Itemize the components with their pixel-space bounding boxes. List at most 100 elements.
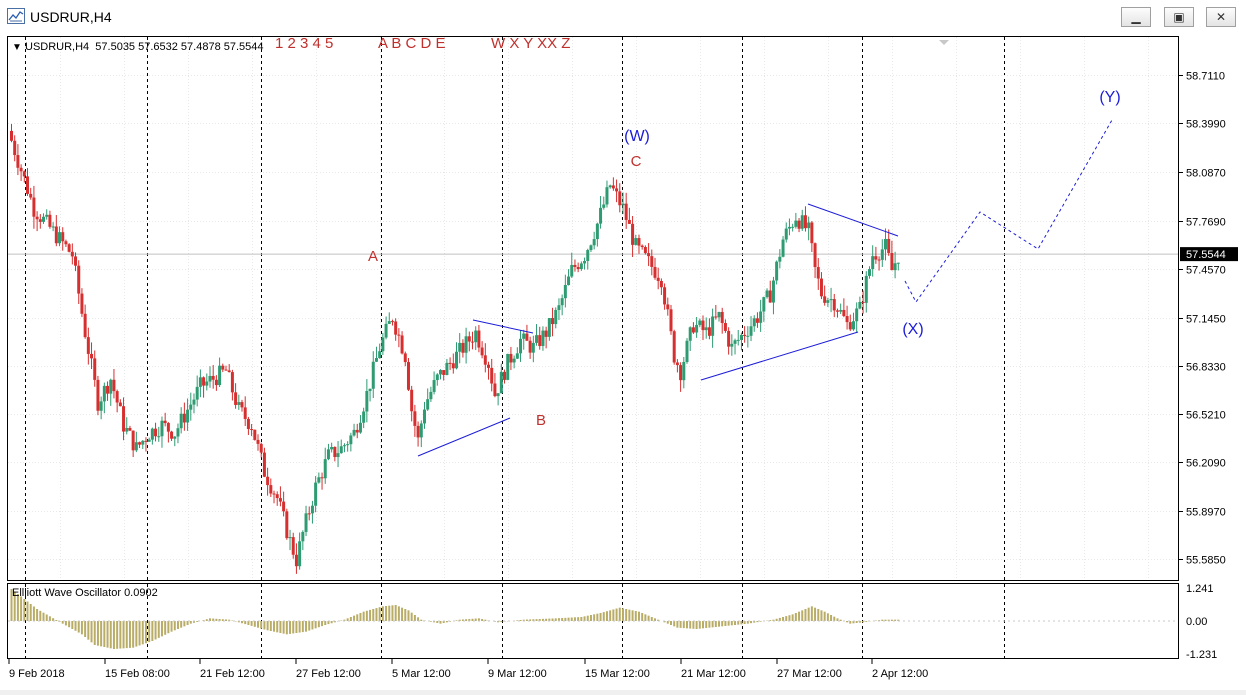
candle-body	[246, 418, 250, 429]
close-button[interactable]: ✕	[1206, 7, 1236, 27]
candle-body	[442, 370, 446, 375]
candle-body	[422, 409, 426, 424]
candle-body	[477, 330, 481, 348]
candle-body	[506, 353, 510, 380]
candle-body	[352, 429, 356, 436]
candle-body	[90, 353, 94, 359]
candle-body	[51, 226, 55, 228]
candle-body	[573, 264, 577, 267]
candle-body	[70, 251, 74, 257]
candle-body	[471, 341, 475, 343]
candle-body	[448, 362, 452, 364]
wave-tool-combo[interactable]: W X Y XX Z	[491, 35, 570, 52]
candle-body	[58, 232, 62, 244]
candle-body	[147, 439, 151, 442]
candle-body	[413, 411, 417, 426]
candle-body	[234, 392, 238, 405]
candle-body	[704, 327, 708, 331]
candle-body	[310, 505, 314, 514]
candle-body	[800, 215, 804, 229]
candle-body	[266, 476, 270, 486]
candle-body	[410, 389, 414, 412]
candle-body	[778, 256, 782, 262]
candle-body	[576, 266, 580, 270]
candle-body	[535, 335, 539, 343]
candle-body	[211, 375, 215, 380]
candle-body	[602, 204, 606, 208]
candle-body	[464, 336, 468, 353]
candle-body	[150, 428, 154, 440]
candle-body	[355, 429, 359, 433]
candle-body	[864, 275, 868, 303]
candle-body	[61, 232, 65, 242]
candle-body	[519, 338, 523, 354]
candle-body	[64, 241, 68, 245]
candle-body	[717, 312, 721, 318]
candle-body	[458, 342, 462, 352]
candle-body	[688, 327, 692, 341]
chart-area[interactable]: A B C (W) (X) (Y) ▼ USDRUR,H4 57.5035 57…	[0, 34, 1246, 690]
candle-body	[86, 337, 90, 354]
candle-body	[848, 322, 852, 330]
candle-body	[653, 266, 657, 278]
candle-body	[736, 339, 740, 341]
candle-body	[45, 214, 49, 217]
candle-body	[461, 342, 465, 353]
candle-body	[10, 130, 13, 141]
x-tick-label: 9 Mar 12:00	[488, 668, 547, 680]
chart-canvas[interactable]: A B C (W) (X) (Y) ▼ USDRUR,H4 57.5035 57…	[0, 34, 1246, 690]
candle-body	[134, 442, 138, 451]
candle-body	[797, 220, 801, 229]
y-tick-label: 57.1450	[1186, 314, 1226, 326]
wave-tool-letters[interactable]: A B C D E	[378, 35, 446, 52]
candle-body	[583, 260, 587, 264]
candle-body	[874, 256, 878, 260]
candle-body	[749, 326, 753, 336]
main-plot-frame	[7, 36, 1179, 581]
candle-body	[509, 353, 513, 363]
candle-body	[419, 423, 423, 438]
minimize-button[interactable]: ▁	[1121, 7, 1151, 27]
candle-body	[675, 362, 679, 366]
candle-body	[733, 340, 737, 344]
candle-body	[839, 309, 843, 312]
candle-body	[307, 513, 311, 515]
wave-label-w: (W)	[624, 128, 650, 145]
candle-body	[586, 250, 590, 261]
candle-body	[880, 249, 884, 260]
candle-body	[771, 280, 775, 303]
candle-body	[858, 301, 862, 309]
candle-body	[627, 219, 631, 224]
candle-body	[13, 140, 17, 156]
candle-body	[224, 369, 228, 371]
chart-header-marker[interactable]: ▼	[12, 42, 22, 53]
x-tick-label: 27 Mar 12:00	[777, 668, 842, 680]
candle-body	[816, 267, 820, 279]
candle-body	[323, 459, 327, 479]
wave-label-x: (X)	[902, 321, 923, 338]
minimize-icon: ▁	[1131, 10, 1141, 24]
candle-body	[326, 449, 330, 460]
chart-window-icon	[7, 8, 25, 24]
candle-body	[429, 391, 433, 400]
candle-body	[157, 436, 161, 438]
y-tick-label: 58.0870	[1186, 168, 1226, 180]
candle-body	[256, 439, 260, 444]
candle-body	[77, 265, 81, 294]
wave-tool-numbers[interactable]: 1 2 3 4 5	[275, 35, 333, 52]
oscillator-axis: 1.241 0.00 -1.231	[1186, 583, 1217, 661]
candle-body	[867, 269, 871, 276]
candle-body	[202, 377, 206, 386]
candle-body	[173, 436, 177, 439]
restore-button[interactable]: ▣	[1164, 7, 1194, 27]
candle-body	[378, 351, 382, 359]
candle-body	[531, 342, 535, 353]
candle-body	[890, 252, 894, 271]
title-bar[interactable]: USDRUR,H4 ▁ ▣ ✕	[0, 0, 1246, 35]
candle-body	[679, 365, 683, 381]
candle-body	[221, 365, 225, 370]
candle-body	[365, 391, 369, 412]
candle-body	[643, 247, 647, 254]
candle-body	[784, 228, 788, 240]
oscillator-label: Ellliott Wave Oscillator 0.0902	[12, 587, 158, 599]
